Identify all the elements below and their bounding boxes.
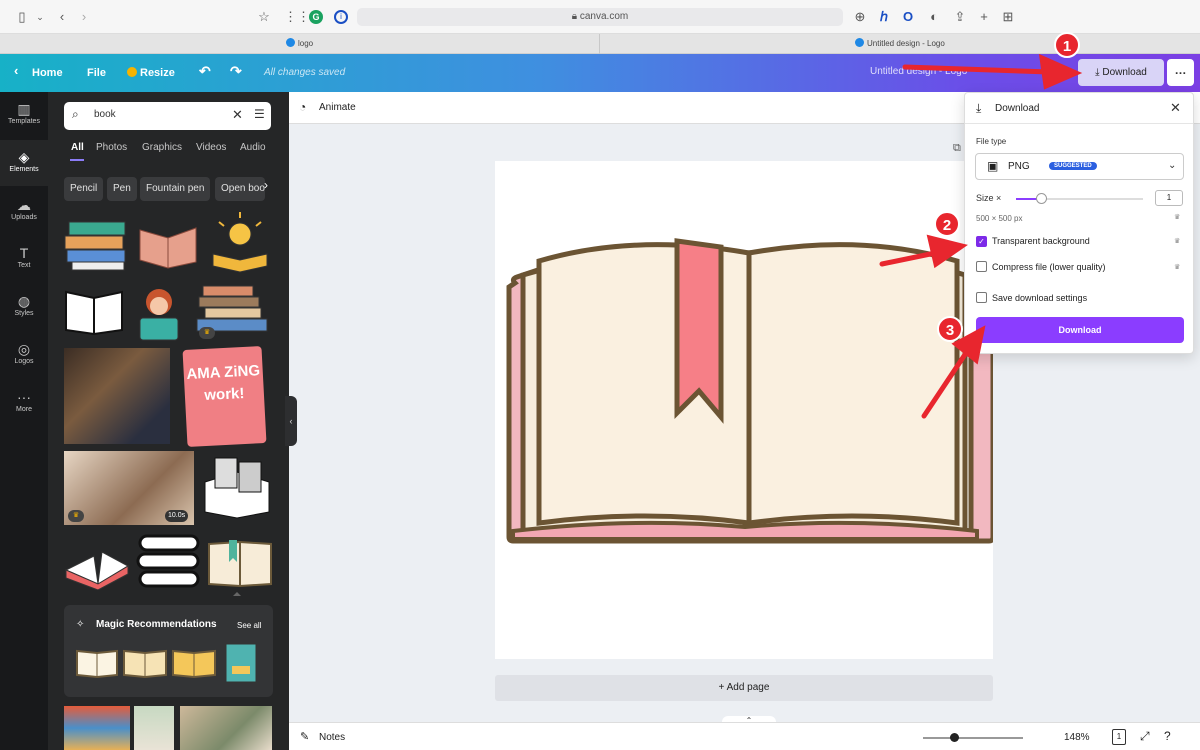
step-1-badge: 1 [1054, 32, 1080, 58]
arrow-1-shaft [902, 64, 1053, 75]
step-2-badge: 2 [934, 211, 960, 237]
arrow-2-head [926, 234, 968, 269]
step-3-badge: 3 [937, 316, 963, 342]
arrow-3-shaft [921, 347, 971, 419]
annotation-overlay [879, 53, 1083, 419]
arrow-1-head [1038, 53, 1083, 90]
